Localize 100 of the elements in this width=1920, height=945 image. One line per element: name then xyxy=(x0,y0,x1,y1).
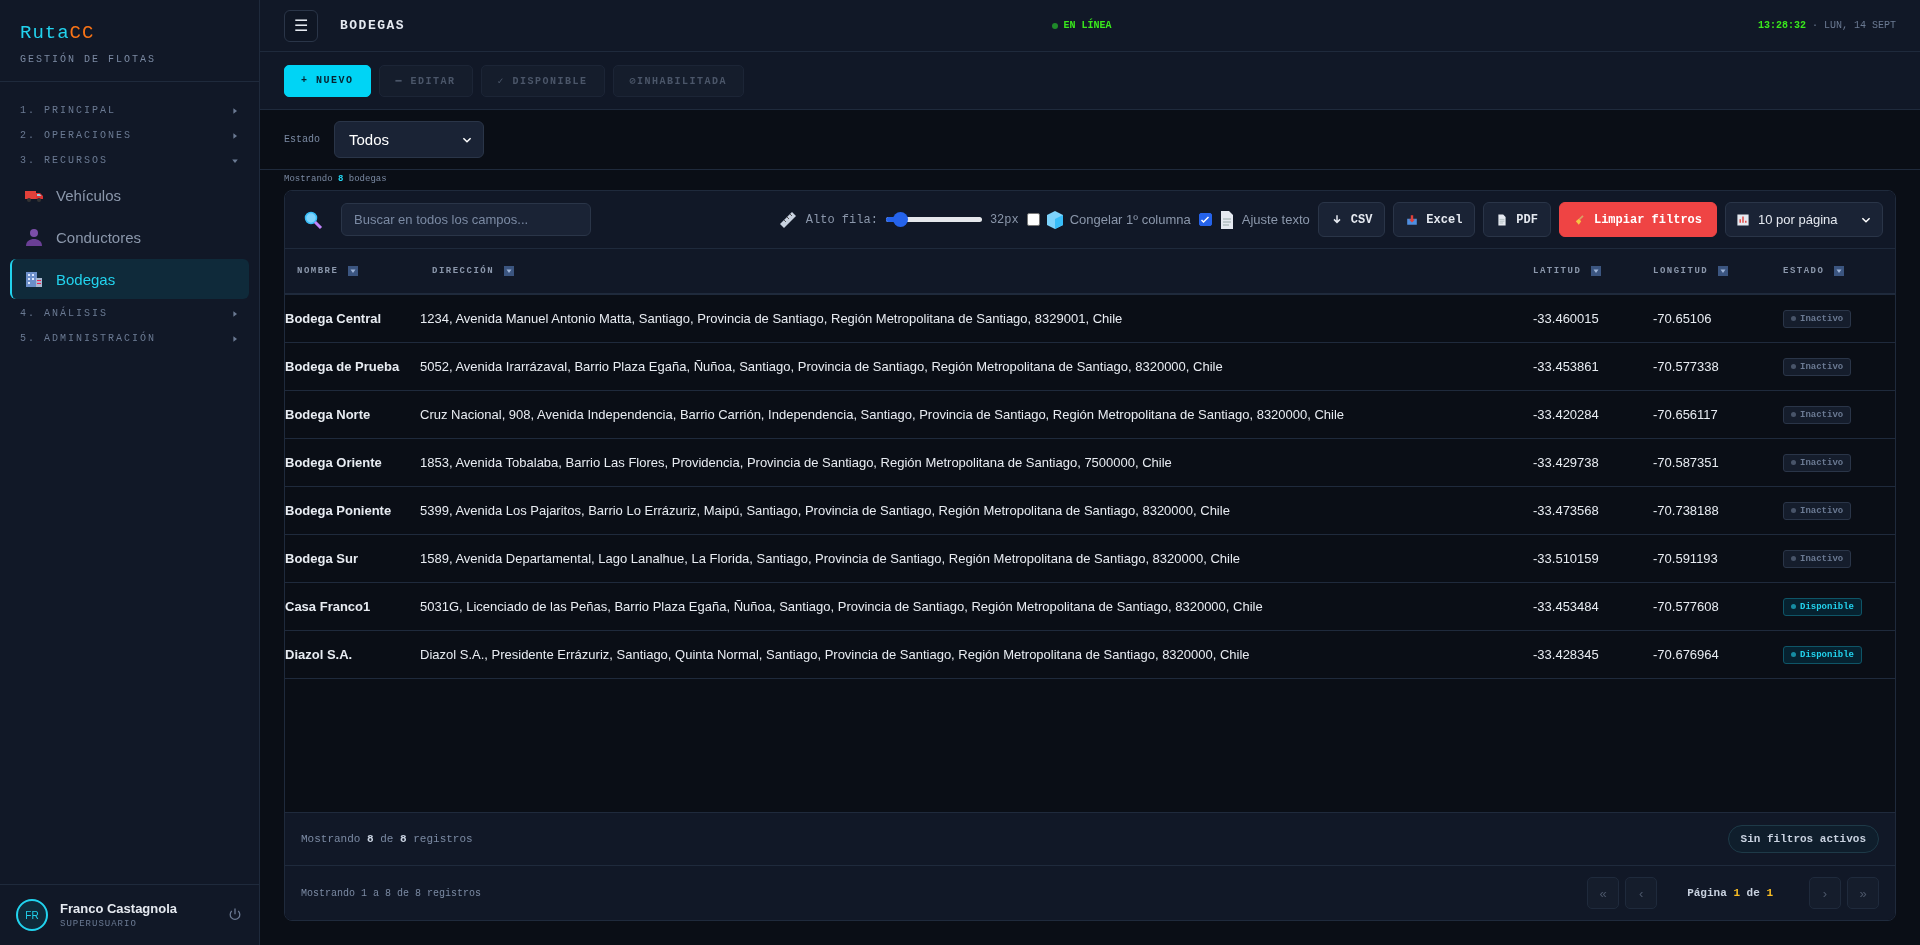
export-button[interactable]: CSV xyxy=(1317,202,1386,237)
row-height-value: 32px xyxy=(989,212,1019,227)
status-badge: Inactivo xyxy=(1783,357,1852,376)
page-size-dropdown[interactable]: 10 por página xyxy=(1725,202,1883,237)
nav-section[interactable]: 1. PRINCIPAL xyxy=(10,98,249,123)
table-cell-text: -33.428345 xyxy=(1533,647,1600,662)
export-button[interactable]: PDF xyxy=(1483,202,1551,237)
status-dropdown[interactable]: Todos xyxy=(334,121,484,158)
status-badge: Inactivo xyxy=(1783,501,1852,520)
checkbox[interactable] xyxy=(1026,213,1040,226)
nav-item[interactable]: Conductores xyxy=(10,217,249,257)
table-cell-text: -70.577338 xyxy=(1653,359,1720,374)
caret-right-icon xyxy=(231,106,239,115)
row-height-slider[interactable] xyxy=(885,212,982,227)
table-cell-text: 5399, Avenida Los Pajaritos, Barrio Lo Errázuriz, Maipú, Santiago, Provincia de Santiago, Región Metropolitana de Santiago, 8320000, Chile xyxy=(420,503,1231,518)
person-icon xyxy=(24,227,44,247)
user-role: SUPERUSUARIO xyxy=(60,919,138,929)
checkbox[interactable] xyxy=(1198,213,1212,226)
table-cell-text: Bodega Oriente xyxy=(285,455,383,470)
page-indicator: Página 1 de 1 xyxy=(1687,887,1773,899)
filter-icon xyxy=(1591,266,1602,276)
nav-section[interactable]: 5. ADMINISTRACIÓN xyxy=(10,326,249,351)
table-cell-text: 5052, Avenida Irarrázaval, Barrio Plaza Egaña, Ñuñoa, Santiago, Provincia de Santiago, Región Metropolitana de Santiago, 8320000, Chile xyxy=(420,359,1224,374)
table-cell-text: -33.473568 xyxy=(1533,503,1600,518)
breadcrumb: BODEGAS xyxy=(340,18,406,33)
filter-icon xyxy=(1718,266,1729,276)
table-cell-text: -33.429738 xyxy=(1533,455,1600,470)
nav-section[interactable]: 3. RECURSOS xyxy=(10,148,249,173)
building-icon xyxy=(24,269,44,289)
table-cell-text: -70.591193 xyxy=(1653,551,1719,566)
filter-icon xyxy=(504,266,515,276)
table-cell-text: -33.510159 xyxy=(1533,551,1600,566)
table-cell-text: -70.577608 xyxy=(1653,599,1720,614)
column-header[interactable]: LATITUD xyxy=(1533,266,1582,276)
caret-right-icon xyxy=(231,309,239,318)
table-cell-text: Casa Franco1 xyxy=(285,599,372,614)
table-cell-text: Bodega Sur xyxy=(285,551,359,566)
column-header[interactable]: NOMBRE xyxy=(297,266,339,276)
table-cell-text: 1589, Avenida Departamental, Lago Lanalhue, La Florida, Santiago, Provincia de Santiago, Región Metropolitana de Santiago, 8320000, Chile xyxy=(420,551,1242,566)
status-badge: Inactivo xyxy=(1783,549,1852,568)
nav-section[interactable]: 4. ANÁLISIS xyxy=(10,301,249,326)
nav-section[interactable]: 2. OPERACIONES xyxy=(10,123,249,148)
filter-icon xyxy=(348,266,359,276)
checkbox-label: Ajuste texto xyxy=(1241,212,1310,227)
records-range: Mostrando 1 a 8 de 8 registros xyxy=(301,887,482,899)
table-cell-text: Bodega Poniente xyxy=(285,503,393,518)
table-cell-text: Bodega de Prueba xyxy=(285,359,401,374)
document-icon xyxy=(1496,213,1509,226)
caret-down-icon xyxy=(231,156,239,165)
search-field[interactable]: Buscar en todos los campos... xyxy=(341,203,591,236)
connection-status: EN LÍNEA xyxy=(1063,20,1112,31)
clock-date: · LUN, 14 SEPT xyxy=(1812,20,1896,31)
table-cell-text: -70.587351 xyxy=(1653,455,1720,470)
export-button[interactable]: Excel xyxy=(1393,202,1476,237)
table-cell-text: -33.460015 xyxy=(1533,311,1600,326)
column-header[interactable]: ESTADO xyxy=(1783,266,1825,276)
table-cell-text: -33.453484 xyxy=(1533,599,1600,614)
checkmark-icon xyxy=(1200,214,1211,225)
clear-filters-button[interactable]: Limpiar filtros xyxy=(1558,202,1717,237)
records-count: Mostrando 8 de 8 registros xyxy=(301,833,473,845)
table-cell-text: 1853, Avenida Tobalaba, Barrio Las Flores, Providencia, Provincia de Santiago, Región Metropolitana de Santiago, 7500000, Chile xyxy=(420,455,1173,470)
status-badge: Inactivo xyxy=(1783,453,1852,472)
user-avatar: FR xyxy=(16,899,48,931)
nav-item[interactable]: Vehículos xyxy=(10,175,249,215)
table-cell-text: 1234, Avenida Manuel Antonio Matta, Santiago, Provincia de Santiago, Región Metropolitana de Santiago, 8329001, Chile xyxy=(420,311,1124,326)
table-cell-text: -33.420284 xyxy=(1533,407,1600,422)
filter-label: Estado xyxy=(284,134,320,145)
column-header[interactable]: DIRECCIÓN xyxy=(432,266,495,276)
app-logo: RutaCC xyxy=(20,22,96,44)
table-cell-text: -70.65106 xyxy=(1653,311,1713,326)
user-name: Franco Castagnola xyxy=(60,901,178,916)
filters-status: Sin filtros activos xyxy=(1727,825,1879,853)
caret-right-icon xyxy=(231,131,239,140)
action-button[interactable]: + NUEVO xyxy=(284,64,371,97)
caret-right-icon xyxy=(231,334,239,343)
status-badge: Disponible xyxy=(1783,597,1862,616)
table-cell-text: -70.676964 xyxy=(1653,647,1720,662)
bar-chart-icon xyxy=(1736,212,1750,227)
status-dot xyxy=(1051,22,1058,29)
nav-item[interactable]: Bodegas xyxy=(10,259,249,299)
table-cell-text: -70.738188 xyxy=(1653,503,1720,518)
table-cell-text: Diazol S.A. xyxy=(285,647,354,662)
results-summary: Mostrando 8 bodegas xyxy=(283,173,388,186)
table-cell-text: 5031G, Licenciado de las Peñas, Barrio Plaza Egaña, Ñuñoa, Santiago, Provincia de Santiago, Región Metropolitana de Santiago, 8320000, Chile xyxy=(420,599,1264,614)
menu-button[interactable]: ☰ xyxy=(284,9,318,42)
clock-time: 13:28:32 xyxy=(1757,20,1806,31)
inbox-icon xyxy=(1406,213,1419,226)
filter-icon xyxy=(1834,266,1845,276)
row-height-label: Alto fila: xyxy=(805,212,878,227)
status-badge: Disponible xyxy=(1783,645,1862,664)
app-subtitle: GESTIÓN DE FLOTAS xyxy=(20,54,158,65)
table-cell-text: Cruz Nacional, 908, Avenida Independencia, Barrio Carrión, Independencia, Santiago, Provincia de Santiago, Región Metropolitana de Santiago, 8320000, Chile xyxy=(420,407,1346,422)
table-cell-text: Diazol S.A., Presidente Errázuriz, Santiago, Quinta Normal, Santiago, Provincia de Santiago, Región Metropolitana de Santiago, 8320000, Chile xyxy=(420,647,1251,662)
column-header[interactable]: LONGITUD xyxy=(1653,266,1709,276)
power-icon[interactable] xyxy=(227,907,243,923)
status-badge: Inactivo xyxy=(1783,309,1852,328)
status-badge: Inactivo xyxy=(1783,405,1852,424)
checkbox-label: Congelar 1º columna xyxy=(1069,212,1191,227)
table-cell-text: Bodega Central xyxy=(285,311,383,326)
broom-icon xyxy=(1573,213,1586,226)
